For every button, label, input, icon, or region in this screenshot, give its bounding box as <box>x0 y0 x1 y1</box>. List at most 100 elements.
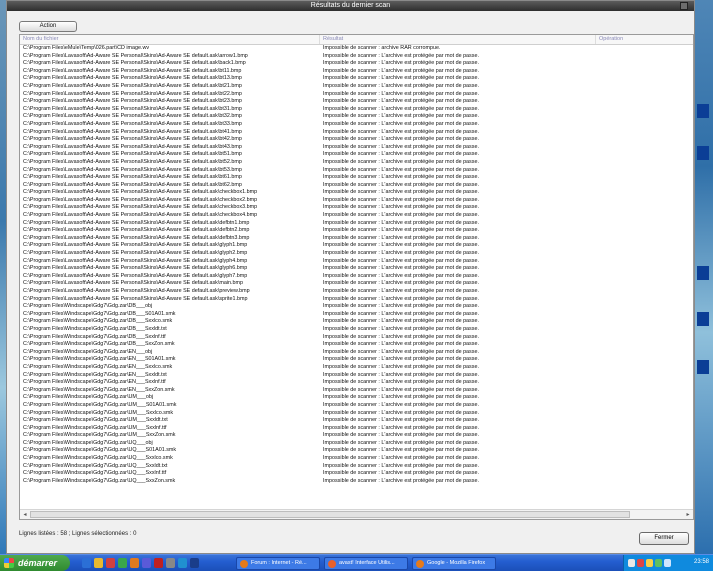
cell-operation <box>596 204 693 212</box>
table-row[interactable]: C:\Program Files\Windscape\Gdg7\Gdg.zar\… <box>20 372 693 380</box>
table-row[interactable]: C:\Program Files\Windscape\Gdg7\Gdg.zar\… <box>20 379 693 387</box>
table-row[interactable]: C:\Program Files\Lavasoft\Ad-Aware SE Pe… <box>20 265 693 273</box>
column-header-filename[interactable]: Nom du fichier <box>20 35 320 44</box>
taskbar-task-forum[interactable]: Forum : Internet - Ré... <box>236 557 320 570</box>
table-row[interactable]: C:\Program Files\Lavasoft\Ad-Aware SE Pe… <box>20 212 693 220</box>
table-row[interactable]: C:\Program Files\Windscape\Gdg7\Gdg.zar\… <box>20 478 693 486</box>
table-row[interactable]: C:\Program Files\Lavasoft\Ad-Aware SE Pe… <box>20 83 693 91</box>
scroll-right-icon[interactable]: ▸ <box>684 511 692 519</box>
app-icon[interactable] <box>190 558 199 568</box>
table-row[interactable]: C:\Program Files\Windscape\Gdg7\Gdg.zar\… <box>20 394 693 402</box>
taskbar-task-google[interactable]: Google - Mozilla Firefox <box>412 557 496 570</box>
ie-icon[interactable] <box>82 558 91 568</box>
table-row[interactable]: C:\Program Files\Lavasoft\Ad-Aware SE Pe… <box>20 98 693 106</box>
desktop-icon[interactable] <box>697 104 709 118</box>
table-row[interactable]: C:\Program Files\Windscape\Gdg7\Gdg.zar\… <box>20 455 693 463</box>
table-row[interactable]: C:\Program Files\Windscape\Gdg7\Gdg.zar\… <box>20 334 693 342</box>
scrollbar-thumb[interactable] <box>30 511 630 518</box>
table-row[interactable]: C:\Program Files\Windscape\Gdg7\Gdg.zar\… <box>20 303 693 311</box>
table-row[interactable]: C:\Program Files\Lavasoft\Ad-Aware SE Pe… <box>20 204 693 212</box>
table-row[interactable]: C:\Program Files\Lavasoft\Ad-Aware SE Pe… <box>20 159 693 167</box>
table-row[interactable]: C:\Program Files\Lavasoft\Ad-Aware SE Pe… <box>20 288 693 296</box>
tray-icon[interactable] <box>664 559 671 567</box>
cell-filename: C:\Program Files\Lavasoft\Ad-Aware SE Pe… <box>23 98 242 105</box>
table-row[interactable]: C:\Program Files\Lavasoft\Ad-Aware SE Pe… <box>20 106 693 114</box>
table-row[interactable]: C:\Program Files\Lavasoft\Ad-Aware SE Pe… <box>20 273 693 281</box>
table-row[interactable]: C:\Program Files\Lavasoft\Ad-Aware SE Pe… <box>20 258 693 266</box>
table-row[interactable]: C:\Program Files\Lavasoft\Ad-Aware SE Pe… <box>20 235 693 243</box>
tray-icon[interactable] <box>637 559 644 567</box>
table-row[interactable]: C:\Program Files\Lavasoft\Ad-Aware SE Pe… <box>20 144 693 152</box>
scroll-left-icon[interactable]: ◂ <box>21 511 29 519</box>
taskbar-task-avast[interactable]: avast! Interface Utilis... <box>324 557 408 570</box>
desktop-icon[interactable] <box>697 146 709 160</box>
table-row[interactable]: C:\Program Files\Windscape\Gdg7\Gdg.zar\… <box>20 470 693 478</box>
app-icon[interactable] <box>166 558 175 568</box>
desktop-icon[interactable] <box>697 312 709 326</box>
table-row[interactable]: C:\Program Files\Windscape\Gdg7\Gdg.zar\… <box>20 463 693 471</box>
table-row[interactable]: C:\Program Files\Windscape\Gdg7\Gdg.zar\… <box>20 326 693 334</box>
table-row[interactable]: C:\Program Files\Lavasoft\Ad-Aware SE Pe… <box>20 136 693 144</box>
app-icon[interactable] <box>130 558 139 568</box>
table-row[interactable]: C:\Program Files\Windscape\Gdg7\Gdg.zar\… <box>20 387 693 395</box>
cell-result: Impossible de scanner : L'archive est pr… <box>323 409 479 416</box>
action-button[interactable]: Action <box>19 21 77 32</box>
window-close-icon[interactable] <box>680 2 688 10</box>
cell-filename: C:\Program Files\Windscape\Gdg7\Gdg.zar\… <box>23 371 167 378</box>
table-row[interactable]: C:\Program Files\Lavasoft\Ad-Aware SE Pe… <box>20 197 693 205</box>
app-icon[interactable] <box>154 558 163 568</box>
table-row[interactable]: C:\Program Files\Lavasoft\Ad-Aware SE Pe… <box>20 113 693 121</box>
cell-operation <box>596 341 693 349</box>
window-titlebar[interactable]: Résultats du dernier scan <box>7 1 694 11</box>
tray-icon[interactable] <box>655 559 662 567</box>
table-row[interactable]: C:\Program Files\Lavasoft\Ad-Aware SE Pe… <box>20 227 693 235</box>
results-list[interactable]: Nom du fichier Résultat Opération C:\Pro… <box>19 34 694 520</box>
tray-icon[interactable] <box>646 559 653 567</box>
table-row[interactable]: C:\Program Files\Lavasoft\Ad-Aware SE Pe… <box>20 280 693 288</box>
app-icon[interactable] <box>118 558 127 568</box>
table-row[interactable]: C:\Program Files\Windscape\Gdg7\Gdg.zar\… <box>20 402 693 410</box>
table-row[interactable]: C:\Program Files\Lavasoft\Ad-Aware SE Pe… <box>20 296 693 304</box>
table-row[interactable]: C:\Program Files\Windscape\Gdg7\Gdg.zar\… <box>20 410 693 418</box>
table-row[interactable]: C:\Program Files\Lavasoft\Ad-Aware SE Pe… <box>20 91 693 99</box>
app-icon[interactable] <box>178 558 187 568</box>
table-row[interactable]: C:\Program Files\Windscape\Gdg7\Gdg.zar\… <box>20 432 693 440</box>
table-row[interactable]: C:\Program Files\Lavasoft\Ad-Aware SE Pe… <box>20 250 693 258</box>
table-row[interactable]: C:\Program Files\Windscape\Gdg7\Gdg.zar\… <box>20 425 693 433</box>
app-icon[interactable] <box>106 558 115 568</box>
app-icon[interactable] <box>142 558 151 568</box>
table-row[interactable]: C:\Program Files\Windscape\Gdg7\Gdg.zar\… <box>20 341 693 349</box>
table-row[interactable]: C:\Program Files\Lavasoft\Ad-Aware SE Pe… <box>20 151 693 159</box>
column-header-operation[interactable]: Opération <box>596 35 693 44</box>
table-row[interactable]: C:\Program Files\Lavasoft\Ad-Aware SE Pe… <box>20 75 693 83</box>
table-row[interactable]: C:\Program Files\Lavasoft\Ad-Aware SE Pe… <box>20 182 693 190</box>
folder-icon[interactable] <box>94 558 103 568</box>
desktop-icon[interactable] <box>697 360 709 374</box>
table-row[interactable]: C:\Program Files\Windscape\Gdg7\Gdg.zar\… <box>20 364 693 372</box>
cell-filename: C:\Program Files\Lavasoft\Ad-Aware SE Pe… <box>23 295 248 302</box>
table-row[interactable]: C:\Program Files\Lavasoft\Ad-Aware SE Pe… <box>20 174 693 182</box>
desktop-icon[interactable] <box>697 266 709 280</box>
table-row[interactable]: C:\Program Files\Windscape\Gdg7\Gdg.zar\… <box>20 311 693 319</box>
table-row[interactable]: C:\Program Files\Windscape\Gdg7\Gdg.zar\… <box>20 318 693 326</box>
table-row[interactable]: C:\Program Files\Lavasoft\Ad-Aware SE Pe… <box>20 121 693 129</box>
table-row[interactable]: C:\Program Files\Lavasoft\Ad-Aware SE Pe… <box>20 129 693 137</box>
table-row[interactable]: C:\Program Files\Lavasoft\Ad-Aware SE Pe… <box>20 242 693 250</box>
table-row[interactable]: C:\Program Files\Windscape\Gdg7\Gdg.zar\… <box>20 447 693 455</box>
table-row[interactable]: C:\Program Files\Lavasoft\Ad-Aware SE Pe… <box>20 167 693 175</box>
table-row[interactable]: C:\Program Files\Windscape\Gdg7\Gdg.zar\… <box>20 356 693 364</box>
start-button[interactable]: démarrer <box>0 555 70 571</box>
column-header-result[interactable]: Résultat <box>320 35 596 44</box>
table-row[interactable]: C:\Program Files\Lavasoft\Ad-Aware SE Pe… <box>20 220 693 228</box>
table-row[interactable]: C:\Program Files\Lavasoft\Ad-Aware SE Pe… <box>20 60 693 68</box>
table-row[interactable]: C:\Program Files\Windscape\Gdg7\Gdg.zar\… <box>20 440 693 448</box>
table-row[interactable]: C:\Program Files\Lavasoft\Ad-Aware SE Pe… <box>20 68 693 76</box>
table-row[interactable]: C:\Program Files\Lavasoft\Ad-Aware SE Pe… <box>20 53 693 61</box>
close-button[interactable]: Fermer <box>639 532 689 545</box>
table-row[interactable]: C:\Program Files\Lavasoft\Ad-Aware SE Pe… <box>20 189 693 197</box>
table-row[interactable]: C:\Program Files\eMule\Temp\026.part\CD … <box>20 45 693 53</box>
table-row[interactable]: C:\Program Files\Windscape\Gdg7\Gdg.zar\… <box>20 417 693 425</box>
horizontal-scrollbar[interactable]: ◂ ▸ <box>20 509 693 519</box>
tray-icon[interactable] <box>628 559 635 567</box>
table-row[interactable]: C:\Program Files\Windscape\Gdg7\Gdg.zar\… <box>20 349 693 357</box>
